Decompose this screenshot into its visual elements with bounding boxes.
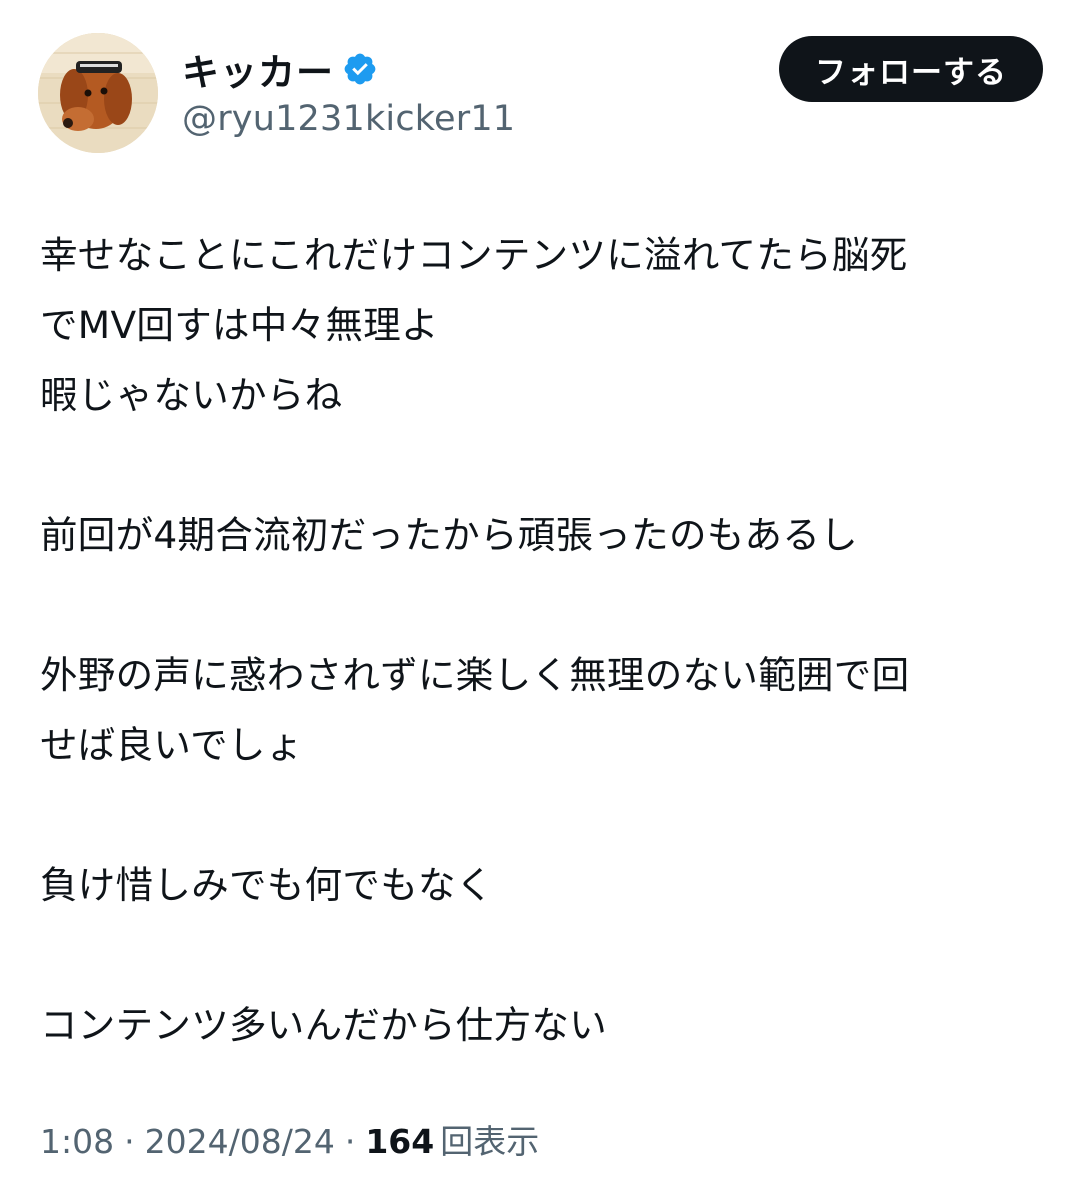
avatar[interactable] bbox=[38, 33, 158, 153]
tweet-line: でMV回すは中々無理よ bbox=[40, 303, 439, 347]
tweet-date[interactable]: 2024/08/24 bbox=[145, 1122, 335, 1161]
verified-badge-icon bbox=[342, 51, 378, 87]
tweet-line: 暇じゃないからね bbox=[40, 373, 343, 417]
display-name[interactable]: キッカー bbox=[182, 42, 334, 96]
tweet-paragraph: 外野の声に惑わされずに楽しく無理のない範囲で回 せば良いでしょ bbox=[40, 640, 1050, 780]
tweet-paragraph: コンテンツ多いんだから仕方ない bbox=[40, 990, 1050, 1060]
tweet-paragraph: 幸せなことにこれだけコンテンツに溢れてたら脳死 でMV回すは中々無理よ 暇じゃな… bbox=[40, 220, 1050, 430]
user-info: キッカー @ryu1231kicker11 bbox=[182, 43, 515, 139]
tweet-paragraph: 負け惜しみでも何でもなく bbox=[40, 850, 1050, 920]
tweet-meta: 1:08 · 2024/08/24 · 164 回表示 bbox=[40, 1115, 539, 1163]
tweet-time[interactable]: 1:08 bbox=[40, 1122, 114, 1161]
tweet-line: 負け惜しみでも何でもなく bbox=[40, 863, 494, 907]
tweet-line: 外野の声に惑わされずに楽しく無理のない範囲で回 bbox=[40, 653, 910, 697]
tweet-line: 幸せなことにこれだけコンテンツに溢れてたら脳死 bbox=[40, 233, 908, 277]
follow-button[interactable]: フォローする bbox=[779, 36, 1043, 102]
tweet-paragraph: 前回が4期合流初だったから頑張ったのもあるし bbox=[40, 500, 1050, 570]
views-label: 回表示 bbox=[440, 1122, 540, 1161]
views-count: 164 bbox=[365, 1122, 435, 1161]
tweet-text: 幸せなことにこれだけコンテンツに溢れてたら脳死 でMV回すは中々無理よ 暇じゃな… bbox=[40, 220, 1050, 1060]
user-handle[interactable]: @ryu1231kicker11 bbox=[182, 99, 515, 139]
tweet-line: コンテンツ多いんだから仕方ない bbox=[40, 1003, 607, 1047]
dog-photo-avatar bbox=[38, 33, 158, 153]
meta-separator: · bbox=[344, 1122, 356, 1161]
meta-separator: · bbox=[124, 1122, 135, 1161]
tweet-line: 前回が4期合流初だったから頑張ったのもあるし bbox=[40, 513, 858, 557]
tweet-line: せば良いでしょ bbox=[40, 723, 304, 767]
name-row: キッカー bbox=[182, 43, 515, 95]
tweet-header: キッカー @ryu1231kicker11 フォローする bbox=[38, 33, 1043, 157]
